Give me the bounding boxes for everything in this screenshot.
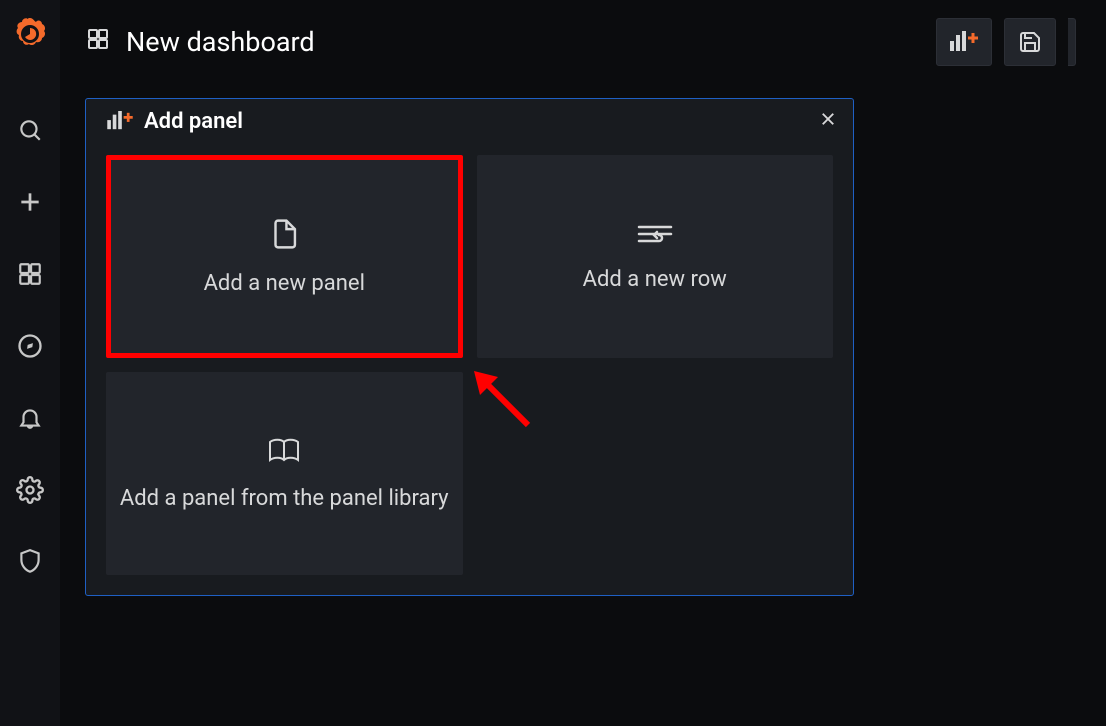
card-panel-library[interactable]: Add a panel from the panel library — [106, 372, 463, 575]
add-panel-title: Add panel — [144, 109, 243, 134]
empty-card-slot — [477, 372, 834, 575]
add-panel-container: Add panel Add a new panel Add a new row … — [85, 98, 854, 596]
card-label: Add a new panel — [204, 271, 365, 296]
grafana-logo[interactable] — [10, 14, 50, 54]
row-wrap-icon — [635, 221, 675, 253]
file-icon — [269, 217, 299, 257]
card-add-new-row[interactable]: Add a new row — [477, 155, 834, 358]
nav-configuration-icon[interactable] — [0, 454, 60, 526]
add-panel-icon — [106, 111, 134, 131]
nav-explore-icon[interactable] — [0, 310, 60, 382]
sidebar-nav — [0, 0, 60, 726]
more-button-edge[interactable] — [1068, 18, 1076, 66]
nav-search-icon[interactable] — [0, 94, 60, 166]
add-panel-cards: Add a new panel Add a new row Add a pane… — [86, 143, 853, 595]
nav-create-icon[interactable] — [0, 166, 60, 238]
nav-alerting-icon[interactable] — [0, 382, 60, 454]
breadcrumb: New dashboard — [86, 26, 315, 58]
dashboards-icon — [86, 26, 110, 58]
nav-dashboards-icon[interactable] — [0, 238, 60, 310]
card-add-new-panel[interactable]: Add a new panel — [106, 155, 463, 358]
book-open-icon — [264, 436, 304, 472]
save-dashboard-button[interactable] — [1004, 18, 1056, 66]
add-panel-header: Add panel — [86, 99, 853, 143]
topbar-actions — [936, 18, 1076, 66]
close-icon[interactable] — [819, 109, 837, 134]
page-title: New dashboard — [126, 26, 315, 58]
add-panel-button[interactable] — [936, 18, 992, 66]
topbar: New dashboard — [60, 0, 1106, 84]
nav-admin-icon[interactable] — [0, 526, 60, 598]
card-label: Add a new row — [583, 267, 727, 292]
card-label: Add a panel from the panel library — [120, 486, 449, 511]
